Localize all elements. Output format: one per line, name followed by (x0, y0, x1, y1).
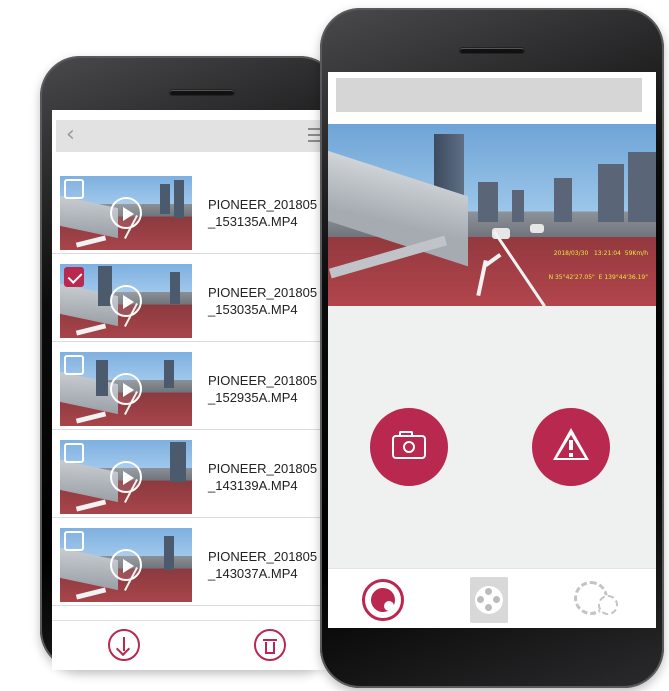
trash-icon[interactable] (254, 629, 286, 661)
select-checkbox[interactable] (64, 443, 84, 463)
file-list-screen: ‹ PIONEER_201805 _153135A.MP4 PIONEER_20… (52, 110, 352, 670)
camera-top-bar (328, 72, 656, 124)
video-thumbnail[interactable] (60, 176, 192, 250)
camera-header (336, 78, 642, 112)
tab-settings[interactable] (572, 579, 618, 619)
live-view[interactable]: 2018/03/30 13:21:04 59Km/h N 35°42'27.05… (328, 124, 656, 306)
download-icon[interactable] (108, 629, 140, 661)
select-checkbox[interactable] (64, 179, 84, 199)
camera-icon (392, 435, 426, 459)
earpiece (170, 90, 234, 95)
snapshot-button[interactable] (370, 408, 448, 486)
camera-screen: 2018/03/30 13:21:04 59Km/h N 35°42'27.05… (328, 72, 656, 628)
list-item[interactable]: PIONEER_201805 _143139A.MP4 (52, 430, 352, 518)
play-icon[interactable] (110, 373, 142, 405)
play-icon[interactable] (110, 285, 142, 317)
list-item[interactable]: PIONEER_201805 _153035A.MP4 (52, 254, 352, 342)
list-header: ‹ (56, 120, 352, 152)
event-record-button[interactable] (532, 408, 610, 486)
list-top-bar: ‹ (52, 110, 352, 166)
tab-live-camera[interactable] (362, 579, 404, 621)
live-camera-icon (371, 588, 395, 612)
phone-file-list: ‹ PIONEER_201805 _153135A.MP4 PIONEER_20… (40, 56, 352, 670)
select-checkbox-checked[interactable] (64, 267, 84, 287)
list-item[interactable]: PIONEER_201805 _143037A.MP4 (52, 518, 352, 606)
phone-camera: 2018/03/30 13:21:04 59Km/h N 35°42'27.05… (320, 8, 664, 688)
video-thumbnail[interactable] (60, 352, 192, 426)
play-icon[interactable] (110, 549, 142, 581)
video-thumbnail[interactable] (60, 264, 192, 338)
bottom-tab-bar (328, 568, 656, 628)
film-file-icon (475, 586, 503, 614)
play-icon[interactable] (110, 197, 142, 229)
play-icon[interactable] (110, 461, 142, 493)
video-thumbnail[interactable] (60, 440, 192, 514)
select-checkbox[interactable] (64, 355, 84, 375)
list-action-bar (52, 620, 352, 670)
list-item[interactable]: PIONEER_201805 _153135A.MP4 (52, 166, 352, 254)
select-checkbox[interactable] (64, 531, 84, 551)
earpiece (460, 48, 524, 53)
list-item[interactable]: PIONEER_201805 _152935A.MP4 (52, 342, 352, 430)
chevron-left-icon[interactable]: ‹ (66, 122, 75, 147)
video-overlay-stamp: 2018/03/30 13:21:04 59Km/h N 35°42'27.05… (548, 250, 648, 281)
tab-files[interactable] (470, 577, 508, 623)
video-thumbnail[interactable] (60, 528, 192, 602)
